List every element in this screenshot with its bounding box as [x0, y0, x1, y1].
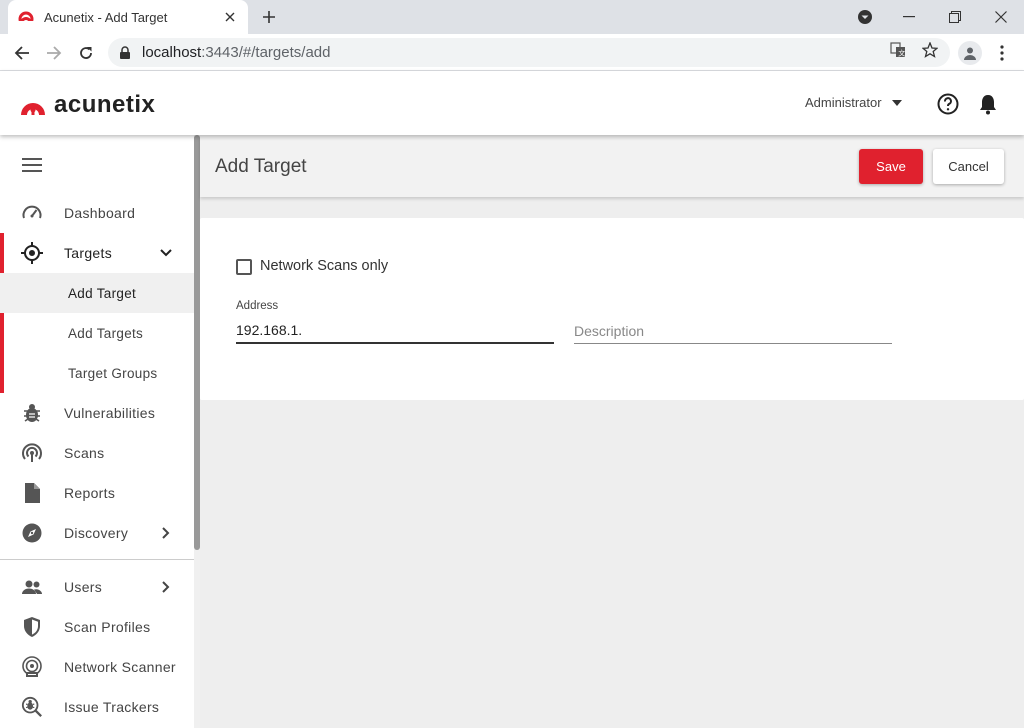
main-content: Add Target Save Cancel Network Scans onl… [200, 135, 1024, 728]
description-input[interactable] [574, 318, 892, 344]
users-icon [21, 576, 43, 598]
sidebar-item-network-scanner[interactable]: Network Scanner [0, 647, 194, 687]
network-scans-only-checkbox[interactable] [236, 259, 252, 275]
sidebar-divider [0, 559, 194, 560]
user-name: Administrator [805, 95, 882, 110]
sidebar-item-scans[interactable]: Scans [0, 433, 194, 473]
sidebar-item-discovery[interactable]: Discovery [0, 513, 194, 553]
sidebar-item-reports[interactable]: Reports [0, 473, 194, 513]
hamburger-menu-icon[interactable] [22, 157, 42, 173]
shield-icon [21, 616, 43, 638]
network-scans-only-label[interactable]: Network Scans only [260, 258, 388, 274]
speedometer-icon [21, 202, 43, 224]
profile-avatar-icon[interactable] [958, 41, 982, 65]
close-tab-icon[interactable] [222, 9, 238, 25]
cancel-button[interactable]: Cancel [933, 149, 1004, 184]
sidebar-item-issue-trackers[interactable]: Issue Trackers [0, 687, 194, 727]
sidebar-item-vulnerabilities[interactable]: Vulnerabilities [0, 393, 194, 433]
sidebar: Dashboard Targets Add Target Add Targets… [0, 135, 194, 728]
forward-arrow-icon[interactable] [41, 40, 67, 66]
back-arrow-icon[interactable] [9, 40, 35, 66]
sidebar-item-users[interactable]: Users [0, 567, 194, 607]
address-label: Address [236, 300, 279, 312]
radar-icon [21, 442, 43, 464]
acunetix-favicon-icon [18, 11, 34, 25]
chevron-right-icon[interactable] [158, 525, 174, 541]
sidebar-item-targets[interactable]: Targets [0, 233, 194, 273]
chevron-down-icon[interactable] [158, 245, 174, 261]
document-icon [21, 482, 43, 504]
page-header: Add Target Save Cancel [200, 135, 1024, 197]
save-button[interactable]: Save [859, 149, 923, 184]
target-form-card: Network Scans only Address [200, 218, 1024, 400]
url-bar[interactable]: localhost:3443/#/targets/add [108, 38, 950, 67]
sidebar-subitem-add-targets[interactable]: Add Targets [0, 313, 194, 353]
new-tab-icon[interactable] [258, 6, 280, 28]
help-icon[interactable] [937, 93, 959, 115]
browser-menu-icon[interactable] [995, 42, 1009, 64]
caret-down-icon [891, 99, 902, 106]
user-menu[interactable]: Administrator [805, 95, 902, 110]
bookmark-star-icon[interactable] [921, 41, 939, 59]
bug-icon [21, 402, 43, 424]
sidebar-subitem-target-groups[interactable]: Target Groups [0, 353, 194, 393]
svg-text:文: 文 [898, 49, 905, 58]
address-input[interactable] [236, 318, 554, 344]
browser-tab[interactable]: Acunetix - Add Target [8, 0, 248, 34]
chevron-right-icon[interactable] [158, 579, 174, 595]
lock-icon [120, 45, 130, 59]
browser-profile-menu-icon[interactable] [842, 0, 888, 34]
brand-wordmark: acunetix [54, 91, 156, 118]
sidebar-subitem-add-target[interactable]: Add Target [0, 273, 194, 313]
browser-tab-strip: Acunetix - Add Target [0, 0, 1024, 34]
app-header: acunetix Administrator [0, 71, 1024, 135]
minimize-icon[interactable] [886, 0, 932, 34]
browser-toolbar: localhost:3443/#/targets/add 文 [0, 34, 1024, 71]
acunetix-logo-icon [21, 103, 45, 115]
page-title: Add Target [215, 156, 307, 177]
sidebar-item-scan-profiles[interactable]: Scan Profiles [0, 607, 194, 647]
acunetix-logo[interactable]: acunetix [20, 91, 155, 119]
translate-icon[interactable]: 文 [889, 41, 907, 59]
compass-icon [21, 522, 43, 544]
url-text: localhost:3443/#/targets/add [142, 44, 331, 61]
sidebar-item-dashboard[interactable]: Dashboard [0, 193, 194, 233]
restore-icon[interactable] [932, 0, 978, 34]
tab-title: Acunetix - Add Target [44, 9, 168, 25]
reload-icon[interactable] [73, 40, 99, 66]
network-scanner-icon [21, 656, 43, 678]
issue-tracker-icon [21, 696, 43, 718]
crosshair-icon [21, 242, 43, 264]
close-window-icon[interactable] [978, 0, 1024, 34]
notifications-bell-icon[interactable] [978, 93, 998, 115]
